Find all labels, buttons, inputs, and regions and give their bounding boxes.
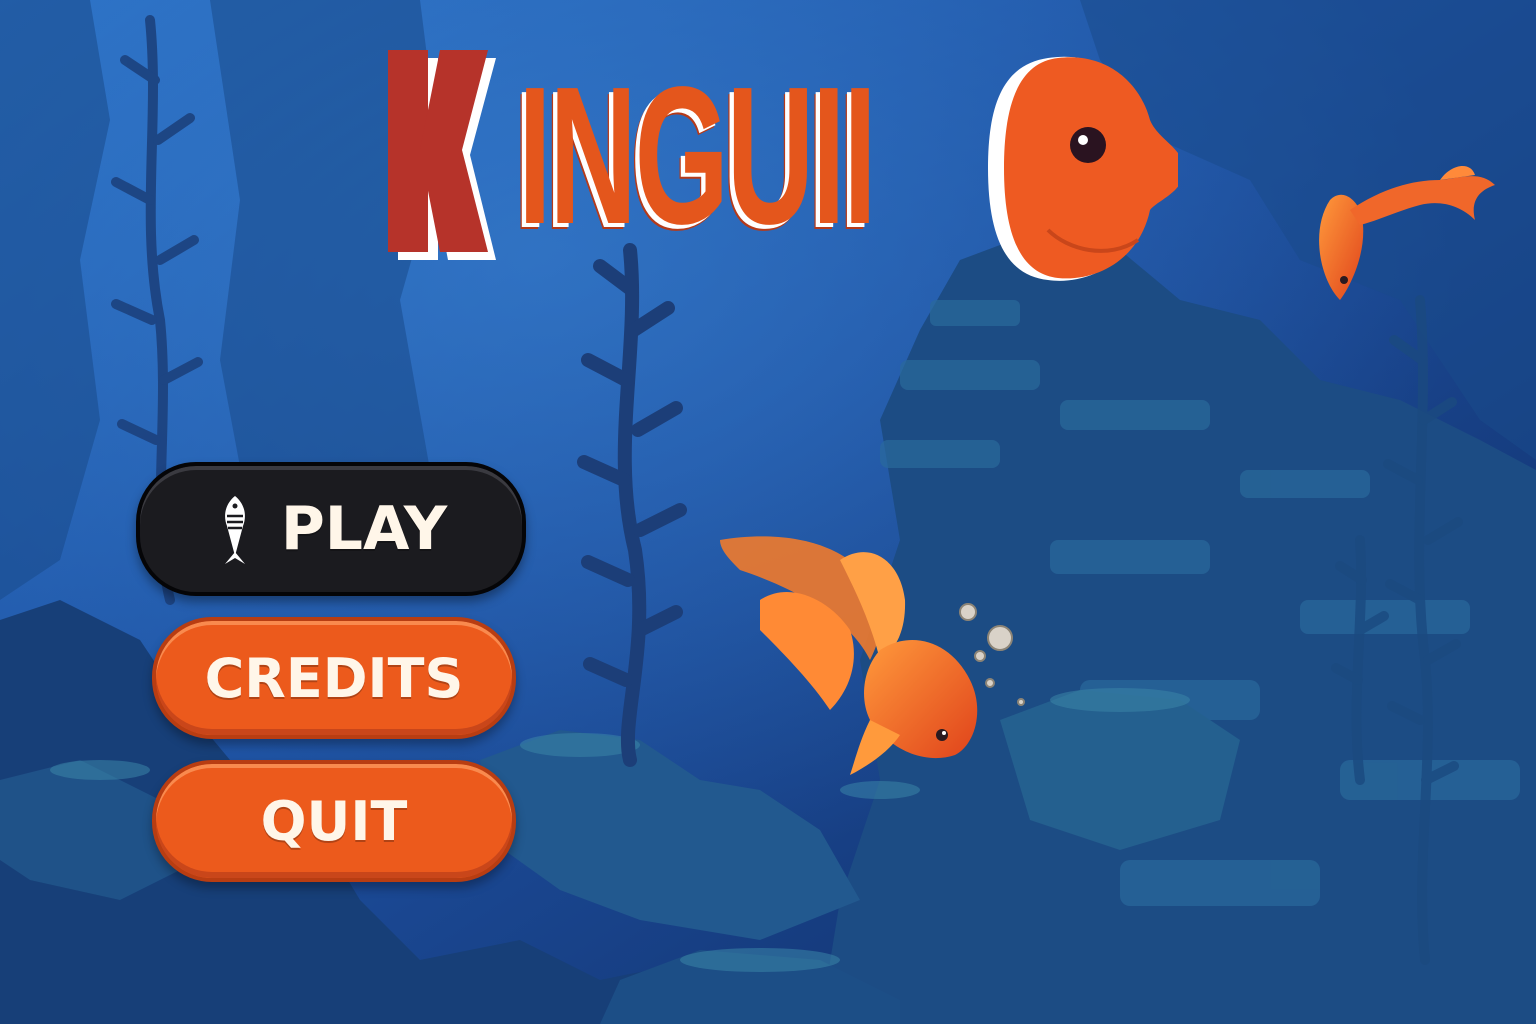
quit-button-label: QUIT <box>260 789 408 853</box>
credits-button-label: CREDITS <box>204 646 464 710</box>
play-button-label: PLAY <box>280 494 448 564</box>
logo-fish-head-icon <box>988 56 1178 281</box>
game-logo: K INGUII <box>378 50 1198 290</box>
play-button[interactable]: PLAY <box>136 462 526 596</box>
fish-skeleton-icon <box>224 496 245 564</box>
credits-button[interactable]: CREDITS <box>152 617 516 739</box>
logo-letter-k-graphic <box>388 50 496 260</box>
quit-button[interactable]: QUIT <box>152 760 516 882</box>
logo-title-text: INGUII <box>518 46 877 265</box>
